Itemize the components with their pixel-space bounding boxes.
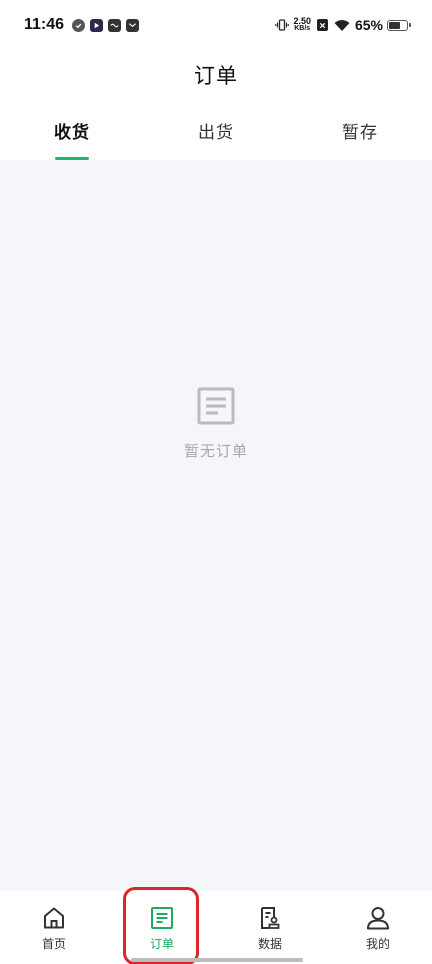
home-icon	[41, 905, 67, 931]
order-list-area[interactable]: 暂无订单	[0, 160, 432, 891]
network-speed: 2.50 KB/s	[293, 17, 311, 33]
nav-label-orders: 订单	[149, 937, 174, 951]
mail-icon	[126, 18, 140, 32]
user-icon	[365, 905, 391, 931]
status-bar: 11:46 2.50 KB/s 65%	[0, 0, 432, 50]
page-header: 订单	[0, 50, 432, 100]
order-icon	[149, 905, 175, 931]
play-app-icon	[90, 18, 104, 32]
tab-ship-label: 出货	[198, 122, 234, 143]
nav-item-profile[interactable]: 我的	[324, 891, 432, 964]
status-time: 11:46	[24, 16, 65, 33]
bottom-nav: 首页 订单 数据 我的	[0, 891, 432, 964]
page-title: 订单	[194, 64, 238, 88]
nav-label-data: 数据	[257, 937, 282, 951]
network-speed-unit: KB/s	[294, 25, 311, 32]
empty-state: 暂无订单	[0, 386, 432, 461]
nav-item-data[interactable]: 数据	[216, 891, 324, 964]
nav-label-home: 首页	[41, 937, 66, 951]
tab-ship[interactable]: 出货	[144, 100, 288, 160]
no-sim-icon	[316, 19, 328, 31]
tab-storage-label: 暂存	[342, 122, 378, 143]
network-speed-value: 2.50	[293, 16, 311, 26]
order-tabs: 收货 出货 暂存	[0, 100, 432, 160]
check-circle-icon	[72, 18, 86, 32]
battery-percent: 65%	[354, 17, 383, 33]
wifi-icon	[334, 19, 355, 32]
nav-label-profile: 我的	[365, 937, 390, 951]
home-indicator[interactable]	[131, 958, 303, 962]
tab-receive[interactable]: 收货	[0, 100, 144, 160]
tab-storage[interactable]: 暂存	[288, 100, 432, 160]
data-report-icon	[257, 905, 283, 931]
nav-item-home[interactable]: 首页	[0, 891, 108, 964]
status-left: 11:46	[24, 16, 144, 34]
app-notification-icon	[108, 18, 122, 32]
battery-icon	[387, 19, 411, 31]
battery-fill	[389, 21, 401, 29]
tab-receive-label: 收货	[54, 122, 90, 143]
vibrate-icon	[275, 18, 290, 32]
status-right: 2.50 KB/s 65%	[275, 17, 411, 33]
empty-state-text: 暂无订单	[183, 442, 248, 460]
document-lines-icon	[196, 386, 236, 426]
nav-item-orders[interactable]: 订单	[108, 891, 216, 964]
